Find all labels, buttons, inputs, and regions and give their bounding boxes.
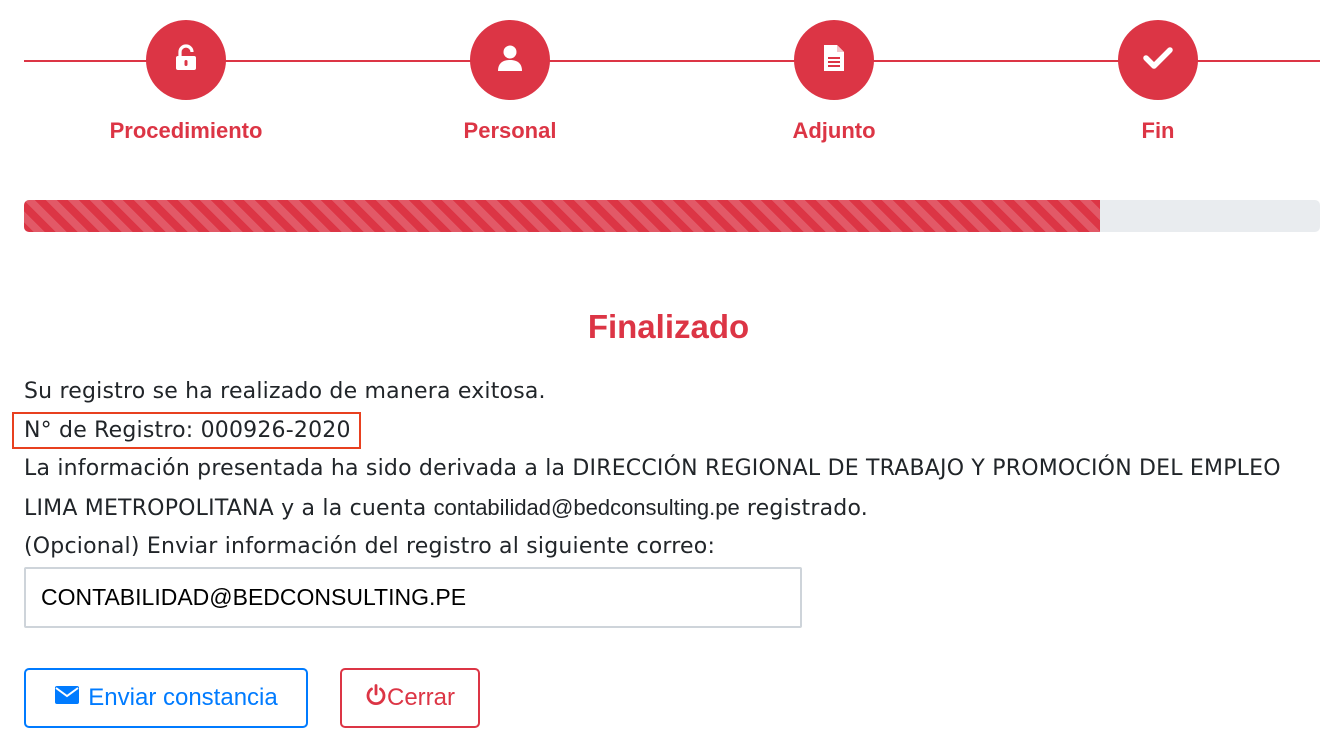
step-procedimiento[interactable]: Procedimiento: [86, 20, 286, 144]
file-icon: [823, 44, 845, 76]
power-icon: [365, 683, 387, 713]
step-fin[interactable]: Fin: [1058, 20, 1258, 144]
step-circle: [470, 20, 550, 100]
result-message: Su registro se ha realizado de manera ex…: [12, 373, 1314, 567]
progress-track: [24, 200, 1320, 232]
account-email: contabilidad@bedconsulting.pe: [433, 494, 740, 520]
email-field[interactable]: [24, 567, 802, 628]
send-certificate-label: Enviar constancia: [88, 684, 278, 711]
registration-number: N° de Registro: 000926-2020: [12, 411, 361, 449]
send-certificate-button[interactable]: Enviar constancia: [24, 668, 308, 728]
derivation-text: La información presentada ha sido deriva…: [24, 450, 1314, 528]
check-icon: [1143, 46, 1173, 74]
step-personal[interactable]: Personal: [410, 20, 610, 144]
user-icon: [496, 44, 524, 76]
derivation-text-part2: registrado.: [746, 495, 868, 521]
optional-email-label: (Opcional) Enviar información del regist…: [24, 534, 716, 559]
step-adjunto[interactable]: Adjunto: [734, 20, 934, 144]
step-label: Procedimiento: [109, 118, 263, 143]
close-label: Cerrar: [386, 684, 455, 711]
step-circle: [794, 20, 874, 100]
wizard-stepper: Procedimiento Personal Adjunto Fin: [0, 0, 1337, 160]
step-circle: [146, 20, 226, 100]
success-text: Su registro se ha realizado de manera ex…: [24, 379, 546, 404]
result-title: Finalizado: [587, 308, 750, 345]
step-label: Adjunto: [792, 118, 876, 143]
step-circle: [1118, 20, 1198, 100]
progress-bar: [24, 200, 1100, 232]
step-label: Fin: [1141, 118, 1175, 143]
unlock-icon: [174, 44, 198, 76]
envelope-icon: [54, 684, 88, 712]
close-button[interactable]: Cerrar: [340, 668, 480, 728]
step-label: Personal: [463, 118, 557, 143]
